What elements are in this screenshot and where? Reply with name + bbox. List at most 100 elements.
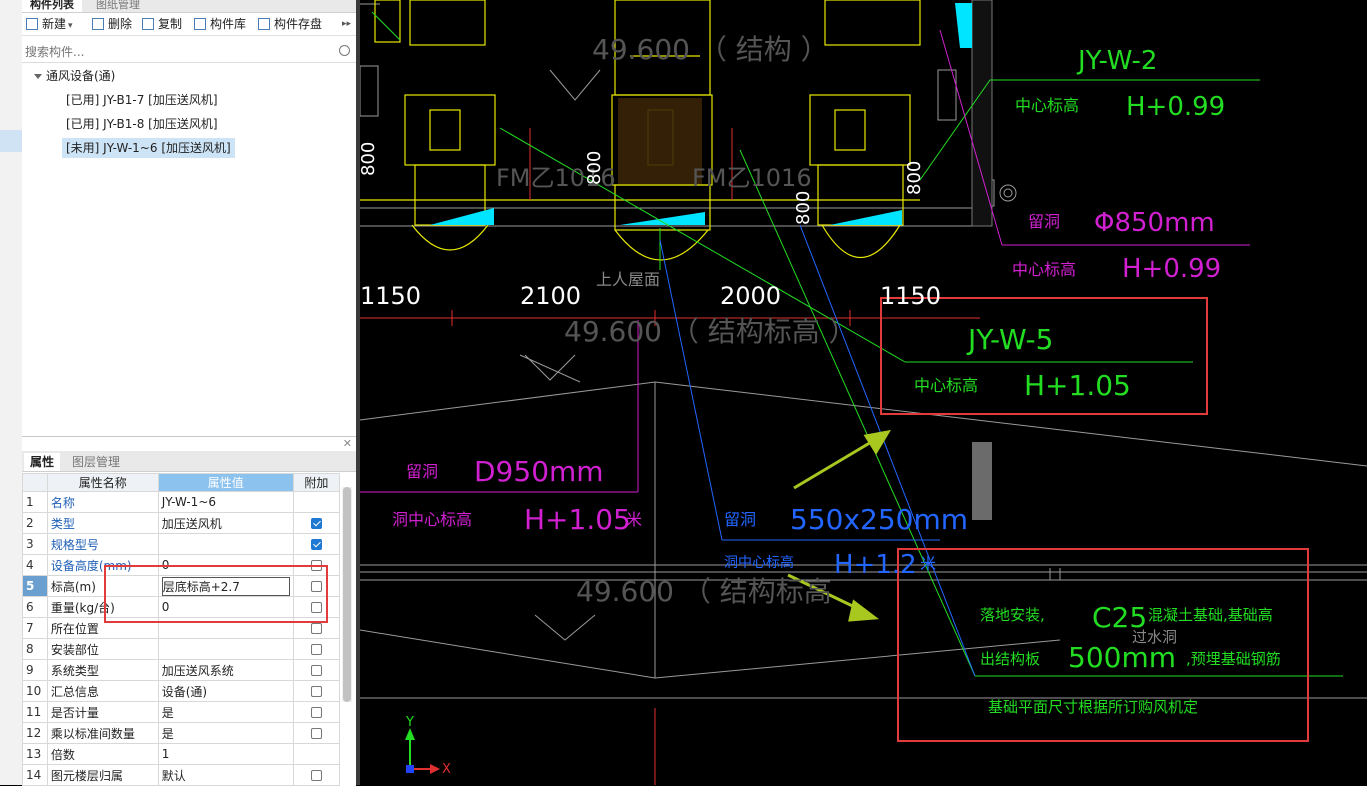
more-icon[interactable]: ▸▸ <box>342 15 351 33</box>
rebar-note: ,预埋基础钢筋 <box>1186 650 1281 668</box>
delete-button[interactable]: 删除 <box>92 15 132 33</box>
property-name: 图元楼层归属 <box>46 764 159 786</box>
tab-layer-management[interactable]: 图层管理 <box>66 453 126 471</box>
row-number: 13 <box>22 743 48 765</box>
dimension-label: 2100 <box>520 282 582 310</box>
library-button[interactable]: 构件库 <box>194 15 246 33</box>
property-row: 1 名称 JY-W-1~6 <box>22 491 341 513</box>
property-value[interactable]: 默认 <box>157 764 294 786</box>
row-number: 3 <box>22 533 48 555</box>
new-button[interactable]: 新建 ▾ <box>26 15 73 33</box>
unit-label: 米 <box>920 554 937 573</box>
row-number: 8 <box>22 638 48 660</box>
scrollbar-thumb[interactable] <box>343 487 351 702</box>
library-icon <box>194 18 206 30</box>
tab-component-list[interactable]: 构件列表 <box>22 0 82 12</box>
elevation-label: 49.600 （ 结构标高 ） <box>564 315 857 348</box>
new-icon <box>26 18 38 30</box>
property-row: 2 类型 加压送风机 <box>22 512 341 534</box>
hole-center-label: 洞中心标高 <box>392 510 473 529</box>
row-number: 2 <box>22 512 48 534</box>
tab-properties[interactable]: 属性 <box>24 453 61 471</box>
height-value: 500mm <box>1068 641 1176 674</box>
equipment-tag-jyw5: JY-W-5 <box>968 323 1054 356</box>
dimension-label: 800 <box>793 190 814 225</box>
save-component-button[interactable]: 构件存盘 <box>258 15 322 33</box>
search-input[interactable] <box>22 42 327 62</box>
center-elevation-label: 中心标高 <box>1015 96 1080 115</box>
hole-label: 留洞 <box>406 462 439 481</box>
trash-icon <box>92 18 104 30</box>
cad-wall-block <box>972 442 992 520</box>
property-value[interactable]: 加压送风机 <box>157 512 294 534</box>
header-num <box>22 473 48 492</box>
collapse-caret-icon[interactable] <box>34 74 42 79</box>
extra-checkbox[interactable] <box>310 623 322 634</box>
extra-checkbox[interactable] <box>310 518 322 529</box>
tree-item[interactable]: [已用] JY-B1-7 [加压送风机] <box>66 90 218 110</box>
elevation-label: 49.600 （ 结构 ） <box>592 33 829 66</box>
door-label: FM乙1016 <box>692 164 812 192</box>
tree-root[interactable]: 通风设备(通) <box>34 66 115 86</box>
property-value[interactable]: 1 <box>157 743 294 765</box>
property-header-row: 属性名称 属性值 附加 <box>22 473 341 492</box>
header-extra: 附加 <box>292 473 341 492</box>
property-name: 安装部位 <box>46 638 159 660</box>
concrete-note: 混凝土基础,基础高 <box>1148 606 1273 624</box>
hole-label: 留洞 <box>1028 212 1061 231</box>
property-value[interactable]: 是 <box>157 701 294 723</box>
tree-item[interactable]: [已用] JY-B1-8 [加压送风机] <box>66 114 218 134</box>
delete-label: 删除 <box>108 17 133 31</box>
extra-checkbox[interactable] <box>310 644 322 655</box>
extra-checkbox[interactable] <box>310 707 322 718</box>
above-board-note: 出结构板 <box>980 650 1041 668</box>
property-scrollbar[interactable] <box>342 487 352 702</box>
center-elevation-label: 中心标高 <box>914 376 979 395</box>
extra-checkbox[interactable] <box>310 728 322 739</box>
close-icon[interactable]: ✕ <box>343 437 352 450</box>
property-row: 14 图元楼层归属 默认 <box>22 764 341 786</box>
row-number: 11 <box>22 701 48 723</box>
extra-checkbox[interactable] <box>310 770 322 781</box>
property-value[interactable] <box>157 638 294 660</box>
property-name: 汇总信息 <box>46 680 159 702</box>
extra-checkbox[interactable] <box>310 539 322 550</box>
property-name: 乘以标准间数量 <box>46 722 159 744</box>
property-name: 是否计量 <box>46 701 159 723</box>
hole-center-label: 洞中心标高 <box>724 555 794 571</box>
elevation-value: H+1.05 <box>1024 369 1131 402</box>
install-note: 落地安装, <box>980 606 1045 624</box>
row-number: 7 <box>22 617 48 639</box>
extra-checkbox[interactable] <box>310 686 322 697</box>
property-value[interactable]: 加压送风系统 <box>157 659 294 681</box>
library-label: 构件库 <box>210 17 247 31</box>
property-row: 10 汇总信息 设备(通) <box>22 680 341 702</box>
axis-x-label: X <box>442 762 451 777</box>
property-tabs: 属性 图层管理 <box>22 451 356 472</box>
panel-tabs: 构件列表 图纸管理 <box>22 0 356 13</box>
search-icon[interactable] <box>339 45 350 56</box>
property-value[interactable]: JY-W-1~6 <box>157 491 294 513</box>
row-number: 5 <box>22 575 48 597</box>
row-number: 1 <box>22 491 48 513</box>
property-value[interactable]: 是 <box>157 722 294 744</box>
elevation-value: H+1.05 <box>524 503 631 536</box>
extra-cell <box>292 743 341 765</box>
property-value[interactable] <box>157 533 294 555</box>
left-side-strip <box>0 0 23 785</box>
cad-axis-indicator <box>405 728 440 774</box>
elevation-value: H+0.99 <box>1122 254 1222 284</box>
tab-drawing-management[interactable]: 图纸管理 <box>88 0 148 12</box>
copy-button[interactable]: 复制 <box>142 15 182 33</box>
extra-checkbox[interactable] <box>310 665 322 676</box>
property-row: 8 安装部位 <box>22 638 341 660</box>
row-number: 9 <box>22 659 48 681</box>
dropdown-icon: ▾ <box>68 21 73 31</box>
cad-canvas[interactable]: 49.600 （ 结构 ） 49.600 （ 结构标高 ） 49.600 （ 结… <box>360 0 1367 785</box>
property-row: 9 系统类型 加压送风系统 <box>22 659 341 681</box>
property-name: 系统类型 <box>46 659 159 681</box>
tree-item-selected[interactable]: [未用] JY-W-1~6 [加压送风机] <box>62 138 235 158</box>
property-value[interactable]: 设备(通) <box>157 680 294 702</box>
axis-y-label: Y <box>406 715 414 730</box>
header-property-name: 属性名称 <box>46 473 159 492</box>
